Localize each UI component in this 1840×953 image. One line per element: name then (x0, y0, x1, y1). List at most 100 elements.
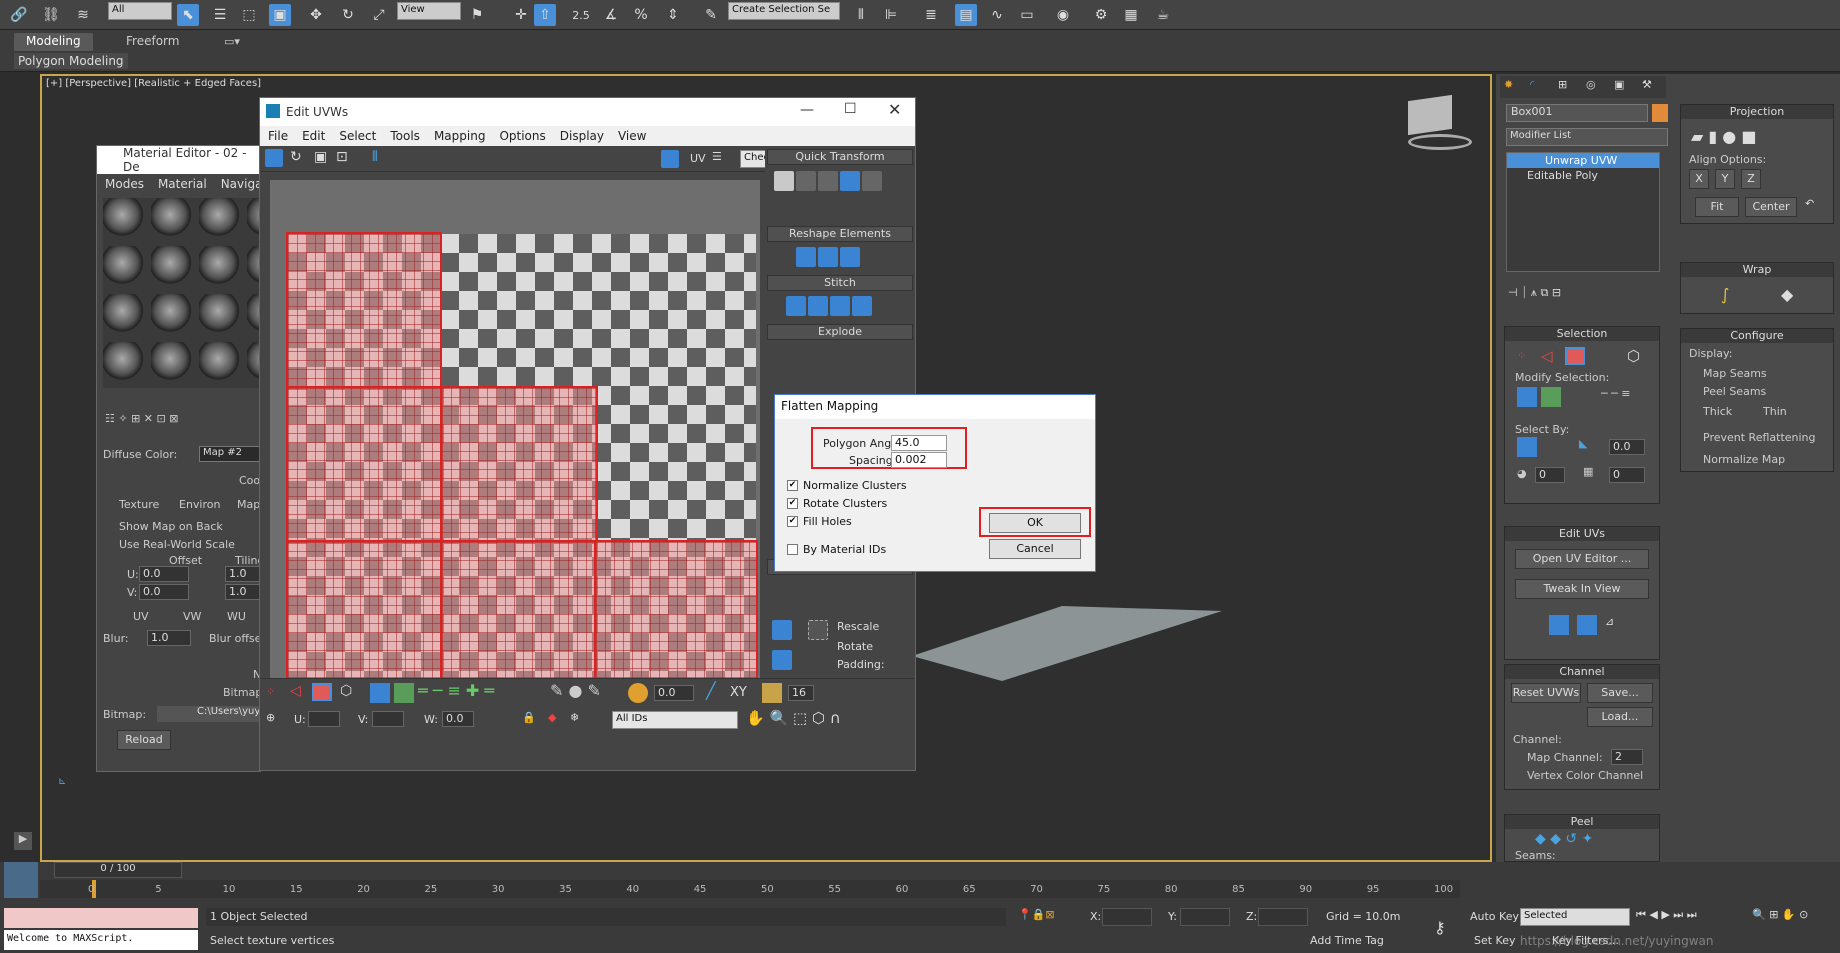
align-x-button[interactable]: X (1689, 169, 1709, 189)
show-map-checkbox[interactable]: Show Map on Back (119, 520, 223, 533)
stitch-custom-icon[interactable] (786, 296, 806, 316)
align-tool-icon[interactable] (796, 171, 816, 191)
pack-custom-icon[interactable] (808, 620, 828, 640)
utilities-tab-icon[interactable]: ⚒ (1642, 78, 1652, 91)
mirror-icon[interactable]: ⫴ (850, 4, 872, 26)
u-coord-spinner[interactable] (308, 711, 340, 727)
menu-tools[interactable]: Tools (390, 129, 420, 143)
vw-radio[interactable]: VW (183, 610, 201, 623)
freeform-tool-icon[interactable]: ⊡ (336, 149, 348, 165)
channel-head[interactable]: Channel (1505, 665, 1659, 679)
prevent-reflattening-checkbox[interactable]: Prevent Reflattening (1703, 431, 1816, 444)
unlink-icon[interactable]: ⛓ (40, 4, 62, 26)
polygon-angle-spinner[interactable]: 45.0 (891, 435, 947, 451)
rect-select-icon[interactable]: ⬚ (238, 4, 260, 26)
environ-radio[interactable]: Environ (179, 498, 220, 511)
normalize-map-checkbox[interactable]: Normalize Map (1703, 453, 1785, 466)
peel-head[interactable]: Peel (1505, 815, 1659, 829)
edge-mode-icon[interactable]: ◁ (290, 683, 301, 699)
space-icon[interactable] (862, 171, 882, 191)
object-name-field[interactable]: Box001 (1506, 104, 1648, 122)
uv-cluster[interactable] (286, 540, 444, 700)
material-ids-checkbox[interactable] (787, 544, 798, 555)
map-channel-radio[interactable]: Map Channel: (1527, 751, 1603, 764)
create-tab-icon[interactable]: ✸ (1504, 78, 1513, 91)
menu-file[interactable]: File (268, 129, 288, 143)
reload-button[interactable]: Reload (117, 730, 171, 750)
uv-cluster[interactable] (594, 540, 758, 700)
freeze-icon[interactable]: ❄ (570, 711, 579, 724)
maxscript-listener[interactable] (4, 908, 198, 928)
normalize-checkbox[interactable]: ✔ (787, 480, 798, 491)
projection-head[interactable]: Projection (1681, 105, 1833, 119)
rescale-checkbox[interactable]: Rescale (837, 620, 879, 633)
tweak-in-view-button[interactable]: Tweak In View (1515, 579, 1649, 599)
menu-mapping[interactable]: Mapping (434, 129, 486, 143)
rotate-icon[interactable]: ↻ (337, 4, 359, 26)
align-icon[interactable]: ⊫ (880, 4, 902, 26)
menu-modes[interactable]: Modes (105, 177, 144, 191)
key-selection-dropdown[interactable]: Selected (1520, 908, 1630, 926)
thin-radio[interactable]: Thin (1763, 405, 1787, 418)
grow-selection-icon[interactable] (370, 683, 390, 703)
add-time-tag[interactable]: Add Time Tag (1310, 934, 1384, 947)
curve-editor-icon[interactable]: ∿ (986, 4, 1008, 26)
track-bar[interactable]: 0 5 10 15 20 25 30 35 40 45 50 55 60 65 70 75 80 85 90 95 10… (40, 880, 1460, 898)
edit-named-sel-icon[interactable]: ✎ (700, 4, 722, 26)
uv-cluster[interactable] (440, 386, 598, 544)
matid-spinner[interactable]: 0 (1609, 467, 1645, 483)
scale-tool-icon[interactable]: ▣ (314, 149, 327, 165)
ok-button[interactable]: OK (989, 513, 1081, 533)
thick-radio[interactable]: Thick (1703, 405, 1732, 418)
mini-listener-icon[interactable] (4, 862, 38, 898)
maximize-icon[interactable]: ☐ (844, 101, 857, 117)
fit-button[interactable]: Fit (1695, 197, 1739, 217)
lock-icon[interactable]: 🔒 (522, 711, 536, 724)
ribbon-polygon-modeling[interactable]: Polygon Modeling (14, 53, 128, 69)
bitmap-path-button[interactable]: C:\Users\yuy (157, 706, 261, 722)
isolate-icon[interactable]: 📍🔒⊠ (1018, 908, 1055, 921)
menu-view[interactable]: View (618, 129, 646, 143)
y-field[interactable] (1180, 908, 1230, 926)
auto-key-button[interactable]: Auto Key (1470, 910, 1519, 923)
map-name-field[interactable]: Map #2 (199, 446, 261, 462)
spinner-snap-icon[interactable]: ⇕ (662, 4, 684, 26)
stitch-average-icon[interactable] (830, 296, 850, 316)
close-icon[interactable]: ✕ (888, 100, 901, 119)
u-tiling-spinner[interactable]: 1.0 (225, 566, 261, 582)
snap-toggle-icon[interactable]: 2.5 (570, 4, 592, 26)
modifier-list-dropdown[interactable]: Modifier List (1506, 128, 1668, 146)
shrink-selection-icon[interactable] (394, 683, 414, 703)
face-mode-icon[interactable] (312, 683, 332, 701)
select-by-angle-spinner[interactable]: 0.0 (1609, 439, 1645, 455)
transform-tool-icon[interactable] (774, 171, 794, 191)
menu-edit[interactable]: Edit (302, 129, 325, 143)
wrap-head[interactable]: Wrap (1681, 263, 1833, 277)
render-setup-icon[interactable]: ⚙ (1090, 4, 1112, 26)
scale-icon[interactable]: ⤢ (368, 4, 390, 26)
center-button[interactable]: Center (1745, 197, 1797, 217)
uv-cluster[interactable] (286, 232, 442, 390)
pack-together-icon[interactable] (772, 650, 792, 670)
angle-snap-icon[interactable]: ∡ (600, 4, 622, 26)
render-icon[interactable]: ☕ (1152, 4, 1174, 26)
sel-edge-icon[interactable]: ◁ (1541, 347, 1553, 365)
v-offset-spinner[interactable]: 0.0 (139, 584, 189, 600)
show-map-icon[interactable] (661, 150, 679, 168)
configure-head[interactable]: Configure (1681, 329, 1833, 343)
time-slider[interactable]: 0 / 100 (54, 862, 182, 878)
uv-cluster[interactable] (286, 386, 444, 544)
x-field[interactable] (1102, 908, 1152, 926)
command-tabs[interactable]: ✸ ◜ ⊞ ◎ ▣ ⚒ (1500, 76, 1666, 98)
align-z-button[interactable]: Z (1741, 169, 1761, 189)
set-key-button[interactable]: Set Key (1474, 934, 1516, 947)
ribbon-options-icon[interactable]: ▭▾ (224, 35, 240, 48)
reset-uvws-button[interactable]: Reset UVWs (1511, 683, 1581, 703)
link-icon[interactable]: 🔗 (8, 4, 30, 26)
reset-icon[interactable]: ↶ (1805, 197, 1814, 210)
menu-options[interactable]: Options (499, 129, 545, 143)
modify-tab-icon[interactable]: ◜ (1530, 78, 1534, 91)
uv-canvas[interactable] (270, 180, 760, 710)
select-by-name-icon[interactable]: ☰ (209, 4, 231, 26)
paint-select-icon[interactable]: ✎ ● ✎ (550, 681, 601, 700)
